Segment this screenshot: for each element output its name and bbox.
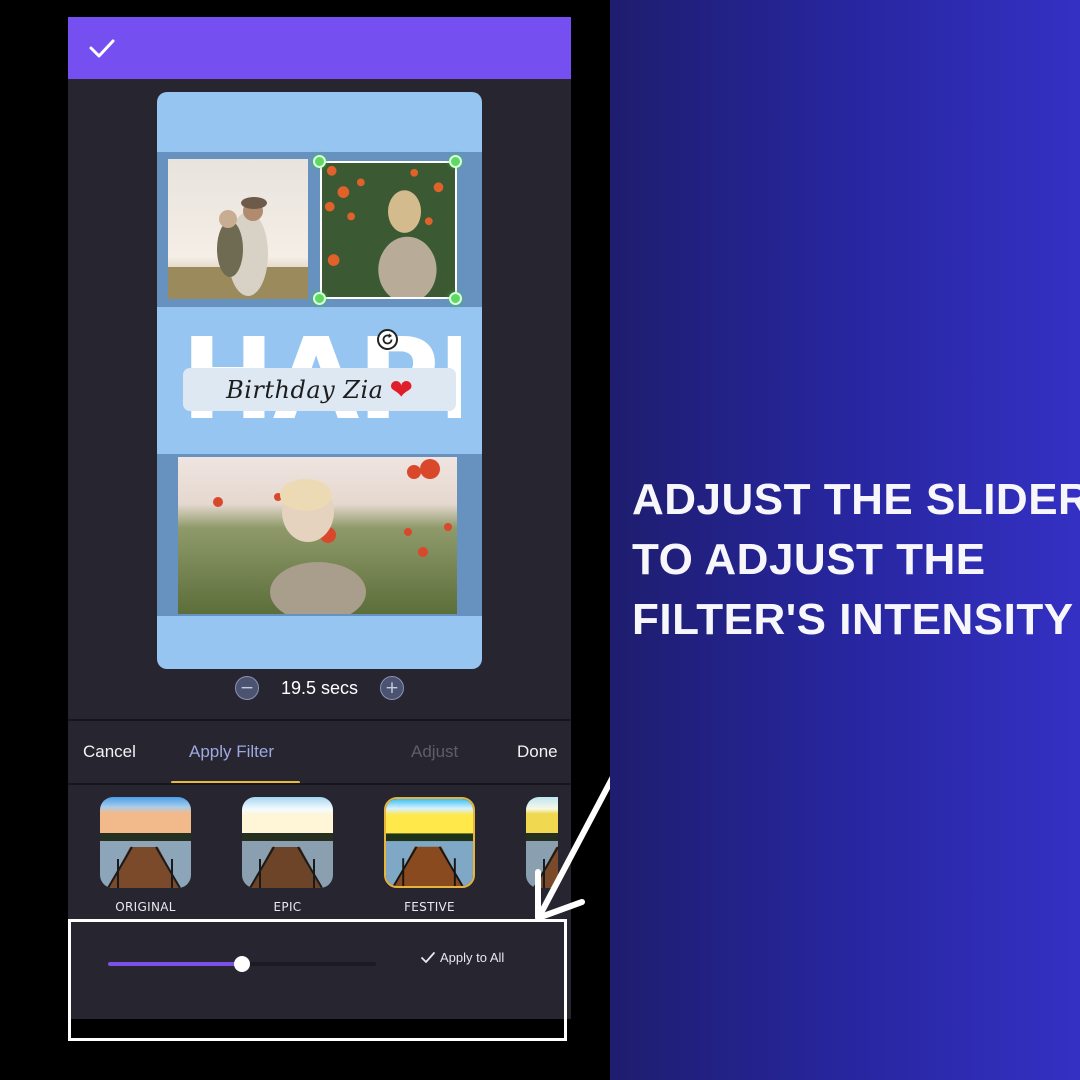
filter-partial[interactable] [526,797,558,900]
filter-strip[interactable]: ORIGINAL EPIC FESTIVE [68,786,558,916]
duration-value: 19.5 secs [280,677,359,698]
resize-handle-bottom-right[interactable] [449,292,462,305]
photo-girl-orange-flowers[interactable] [320,161,457,299]
photo-mother-child[interactable] [168,159,308,299]
resize-handle-top-right[interactable] [449,155,462,168]
resize-handle-bottom-left[interactable] [313,292,326,305]
duration-control: − 19.5 secs + [68,673,571,703]
plus-icon[interactable]: + [380,676,405,700]
checkmark-icon [421,951,435,963]
filter-thumbnail [384,797,475,888]
collage-canvas[interactable]: HAPPY Birthday Zia ❤ [157,92,482,669]
phone-bottom-bar [68,1019,571,1080]
rotate-icon[interactable] [377,329,398,350]
divider [68,783,571,785]
instruction-line: TO ADJUST THE [632,535,986,584]
apply-to-all-checkbox[interactable]: Apply to All [420,950,504,965]
minus-icon[interactable]: − [234,676,259,700]
instruction-line: FILTER'S INTENSITY [632,595,1074,644]
resize-handle-top-left[interactable] [313,155,326,168]
slider-thumb[interactable] [234,956,250,972]
intensity-panel: Apply to All [68,918,571,1019]
instruction-line: ADJUST THE SLIDER [632,475,1080,524]
filter-label: FESTIVE [404,900,455,914]
filter-thumbnail [526,797,558,888]
photo-girl-poppy-field[interactable] [178,457,457,614]
checkmark-icon[interactable] [88,37,116,59]
heart-icon: ❤ [389,372,413,406]
birthday-text-label[interactable]: Birthday Zia ❤ [183,368,456,411]
intensity-slider[interactable] [108,956,376,972]
slider-fill [108,962,242,966]
tab-apply-filter[interactable]: Apply Filter [189,742,274,762]
filter-label: ORIGINAL [115,900,176,914]
instruction-panel: ADJUST THE SLIDER TO ADJUST THE FILTER'S… [610,0,1080,1080]
filter-epic[interactable]: EPIC [242,797,333,914]
top-bar [68,17,571,79]
apply-to-all-label: Apply to All [440,950,505,965]
filter-festive[interactable]: FESTIVE [384,797,475,914]
filter-thumbnail [242,797,333,888]
filter-original[interactable]: ORIGINAL [100,797,191,914]
filter-thumbnail [100,797,191,888]
cancel-button[interactable]: Cancel [83,742,136,762]
birthday-text: Birthday Zia [226,375,384,404]
divider [68,719,571,721]
done-button[interactable]: Done [517,742,558,762]
filter-tab-bar: Cancel Apply Filter Adjust Done [68,722,571,784]
filter-label: EPIC [273,900,302,914]
phone-screen: HAPPY Birthday Zia ❤ − [68,17,571,1019]
tab-adjust[interactable]: Adjust [411,742,458,762]
instruction-text: ADJUST THE SLIDER TO ADJUST THE FILTER'S… [632,470,1080,650]
